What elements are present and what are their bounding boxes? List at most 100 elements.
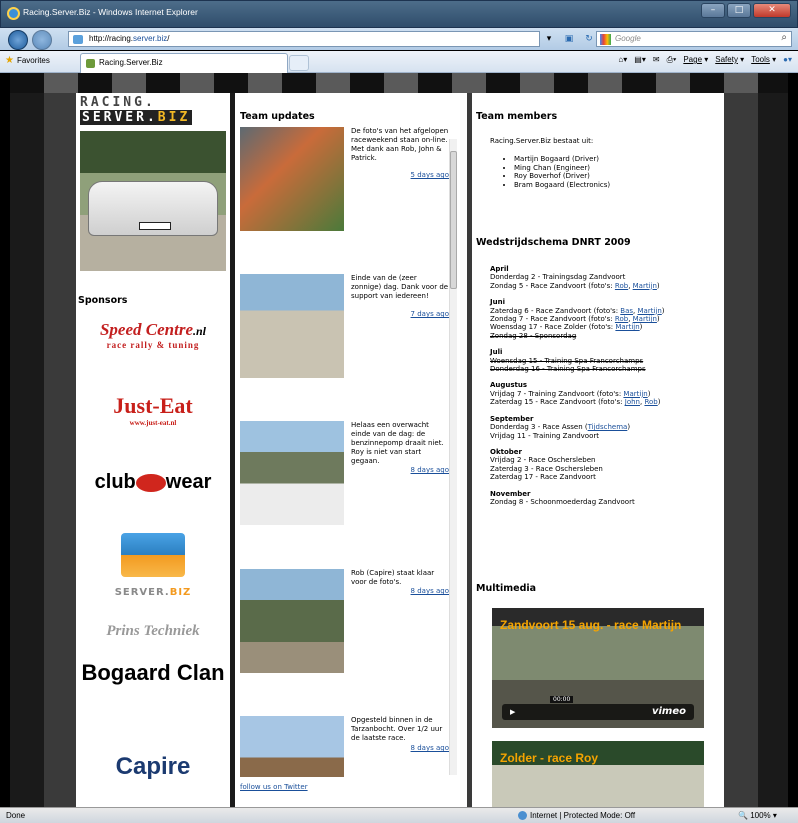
- tab-racing-server-biz[interactable]: Racing.Server.Biz: [80, 53, 288, 73]
- address-bar[interactable]: http://racing.server.biz/: [68, 31, 540, 47]
- update-photo[interactable]: [240, 716, 344, 777]
- updates-feed[interactable]: De foto's van het afgelopen raceweekend …: [240, 127, 451, 777]
- maximize-button[interactable]: □: [727, 3, 751, 18]
- list-item: Ming Chan (Engineer): [514, 164, 610, 173]
- home-icon[interactable]: ⌂▾: [618, 55, 627, 65]
- help-icon[interactable]: ●▾: [783, 55, 792, 65]
- close-button[interactable]: ✕: [753, 3, 791, 18]
- video-player[interactable]: Zolder - race Roy: [492, 741, 704, 807]
- address-prefix: http://racing.: [89, 34, 134, 43]
- dropdown-icon[interactable]: ▾: [542, 32, 556, 46]
- window-title: Racing.Server.Biz - Windows Internet Exp…: [23, 7, 198, 17]
- search-icon[interactable]: ⌕: [781, 32, 787, 43]
- navigation-bar: http://racing.server.biz/ ▾ ▣ ↻ ✕ Google…: [0, 28, 798, 50]
- safety-menu[interactable]: Safety ▾: [715, 55, 744, 65]
- photo-link[interactable]: Rob: [615, 315, 628, 323]
- sponsor-server-biz[interactable]: SERVER.BIZ: [76, 533, 230, 618]
- new-tab-button[interactable]: [289, 55, 309, 71]
- team-updates-column: Team updates De foto's van het afgelopen…: [235, 93, 467, 807]
- window-controls: – □ ✕: [701, 3, 791, 18]
- update-date-link[interactable]: 8 days ago: [411, 587, 449, 595]
- updates-scrollbar[interactable]: [449, 139, 457, 775]
- command-bar: ⌂▾ ▤▾ ✉ ⎙▾ Page ▾ Safety ▾ Tools ▾ ●▾: [618, 55, 792, 65]
- photo-link[interactable]: Martijn: [615, 323, 639, 331]
- info-column: Team members Racing.Server.Biz bestaat u…: [472, 93, 724, 807]
- photo-link[interactable]: Martijn: [633, 315, 657, 323]
- sponsor-just-eat[interactable]: Just-Eat www.just-eat.nl: [76, 393, 230, 443]
- month-juni: Juni Zaterdag 6 - Race Zandvoort (foto's…: [490, 298, 665, 340]
- sponsor-prins-techniek[interactable]: Prins Techniek: [76, 623, 230, 640]
- month-juli: Juli Woensdag 15 - Training Spa Francorc…: [490, 348, 646, 374]
- page-menu[interactable]: Page ▾: [683, 55, 708, 65]
- security-zone[interactable]: Internet | Protected Mode: Off: [518, 811, 635, 821]
- refresh-icon[interactable]: ↻: [582, 32, 596, 46]
- favicon-icon: [86, 59, 95, 68]
- bmw-car-shape: [88, 181, 218, 236]
- month-september: September Donderdag 3 - Race Assen (Tijd…: [490, 414, 631, 440]
- mail-icon[interactable]: ✉: [653, 55, 660, 65]
- update-date-link[interactable]: 8 days ago: [411, 744, 449, 752]
- update-entry: Helaas een overwacht einde van de dag: d…: [240, 421, 451, 531]
- video-title: Zandvoort 15 aug. - race Martijn: [500, 618, 682, 632]
- timetable-link[interactable]: Tijdschema: [588, 423, 628, 431]
- address-domain: server.biz: [133, 34, 168, 43]
- clubwear-ball-icon: [135, 473, 166, 492]
- scrollbar-thumb[interactable]: [450, 151, 457, 289]
- month-november: November Zondag 8 - Schoonmoederdag Zand…: [490, 489, 635, 506]
- photo-link[interactable]: Bas: [620, 307, 633, 315]
- team-members-heading: Team members: [476, 111, 558, 122]
- list-item: Bram Bogaard (Electronics): [514, 181, 610, 190]
- photo-link[interactable]: Rob: [615, 282, 628, 290]
- update-date-link[interactable]: 5 days ago: [411, 171, 449, 179]
- sponsor-bogaard-clan[interactable]: Bogaard Clan: [76, 662, 230, 684]
- sponsor-speed-centre[interactable]: Speed Centre.nl race rally & tuning: [76, 320, 230, 360]
- team-updates-heading: Team updates: [240, 111, 315, 122]
- zoom-level[interactable]: 🔍 100% ▾: [738, 811, 777, 820]
- print-icon[interactable]: ⎙▾: [667, 55, 677, 65]
- race-schedule: April Donderdag 2 - Trainingsdag Zandvoo…: [490, 265, 720, 506]
- video-player[interactable]: Zandvoort 15 aug. - race Martijn ▶ 00:00…: [492, 608, 704, 728]
- window-titlebar: Racing.Server.Biz - Windows Internet Exp…: [0, 0, 798, 28]
- photo-link[interactable]: John: [625, 398, 640, 406]
- tools-menu[interactable]: Tools ▾: [751, 55, 776, 65]
- month-oktober: Oktober Vrijdag 2 - Race Oschersleben Za…: [490, 447, 603, 482]
- members-intro: Racing.Server.Biz bestaat uit:: [490, 137, 594, 145]
- compat-icon[interactable]: ▣: [562, 32, 576, 46]
- video-title: Zolder - race Roy: [500, 751, 599, 765]
- back-button[interactable]: [8, 30, 28, 50]
- update-entry: De foto's van het afgelopen raceweekend …: [240, 127, 451, 237]
- page-icon: [73, 35, 83, 44]
- google-icon: [600, 34, 611, 45]
- update-photo[interactable]: [240, 127, 344, 231]
- update-entry: Rob (Capire) staat klaar voor de foto's.…: [240, 569, 451, 679]
- update-date-link[interactable]: 7 days ago: [411, 310, 449, 318]
- site-logo[interactable]: RACING. SERVER.BIZ: [80, 95, 226, 125]
- month-april: April Donderdag 2 - Trainingsdag Zandvoo…: [490, 265, 660, 290]
- update-entry: Opgesteld binnen in de Tarzanbocht. Over…: [240, 716, 451, 777]
- photo-link[interactable]: Rob: [644, 398, 657, 406]
- photo-link[interactable]: Martijn: [638, 307, 662, 315]
- update-photo[interactable]: [240, 274, 344, 378]
- star-icon: ★: [5, 55, 14, 66]
- status-text: Done: [6, 811, 26, 820]
- photo-link[interactable]: Martijn: [633, 282, 657, 290]
- search-box[interactable]: Google ⌕: [596, 31, 792, 47]
- update-photo[interactable]: [240, 569, 344, 673]
- video-time: 00:00: [550, 696, 574, 703]
- update-photo[interactable]: [240, 421, 344, 525]
- sponsor-clubwear[interactable]: club wear: [76, 471, 230, 511]
- photo-link[interactable]: Martijn: [623, 390, 647, 398]
- minimize-button[interactable]: –: [701, 3, 725, 18]
- forward-button[interactable]: [32, 30, 52, 50]
- feeds-icon[interactable]: ▤▾: [634, 55, 646, 65]
- favorites-button[interactable]: ★ Favorites: [5, 55, 50, 66]
- sponsor-capire[interactable]: Capire: [76, 753, 230, 781]
- video-controls[interactable]: ▶ 00:00 vimeo: [502, 696, 694, 720]
- globe-icon: [518, 811, 527, 821]
- play-icon[interactable]: ▶: [510, 708, 515, 716]
- ie-logo-icon: [7, 7, 20, 20]
- update-date-link[interactable]: 8 days ago: [411, 466, 449, 474]
- schedule-heading: Wedstrijdschema DNRT 2009: [476, 237, 631, 248]
- vimeo-logo[interactable]: vimeo: [652, 706, 686, 717]
- twitter-link[interactable]: follow us on Twitter: [240, 783, 308, 791]
